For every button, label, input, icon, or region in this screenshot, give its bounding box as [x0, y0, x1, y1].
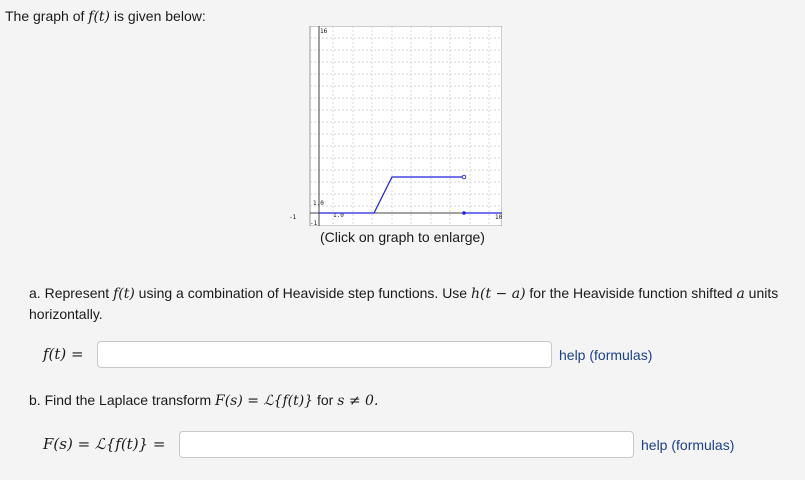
open-endpoint — [461, 174, 467, 180]
laplace-expr-math: F(s) = ℒ{f(t)} — [215, 393, 314, 409]
closed-endpoint — [462, 211, 466, 215]
graph-svg: 16 1.0 1.0 10 -1 -1 — [289, 25, 503, 227]
question-b-letter: b. — [29, 392, 41, 408]
tick-y-top: 16 — [320, 28, 328, 35]
tick-x-left: -1 — [289, 214, 297, 221]
f-of-t-math: f(t) — [113, 286, 135, 302]
f-of-t-math: f(t) — [88, 9, 111, 25]
question-a-text: a. Represent f(t) using a combination of… — [29, 285, 779, 322]
help-formulas-link-b[interactable]: help (formulas) — [641, 437, 734, 453]
tick-y-one: 1.0 — [313, 200, 324, 207]
question-a-letter: a. — [29, 285, 41, 301]
condition-math: s ≠ 0. — [337, 393, 379, 409]
heaviside-expr-math: h(t − a) — [470, 286, 526, 302]
intro-text: The graph of f(t) is given below: — [5, 8, 206, 25]
answer-b-label: F(s) = ℒ{f(t)} = — [43, 435, 166, 453]
tick-x-right: 10 — [495, 214, 502, 221]
function-graph[interactable]: 16 1.0 1.0 10 -1 -1 — [288, 25, 503, 227]
graph-frame — [309, 25, 503, 227]
help-formulas-link-a[interactable]: help (formulas) — [559, 347, 652, 363]
graph-caption[interactable]: (Click on graph to enlarge) — [320, 229, 485, 245]
answer-a-input[interactable] — [97, 341, 552, 368]
answer-b-input[interactable] — [179, 431, 634, 458]
answer-a-label: f(t) = — [43, 345, 84, 363]
question-b-text: b. Find the Laplace transform F(s) = ℒ{f… — [29, 392, 379, 409]
a-var-math: a — [736, 286, 745, 302]
tick-y-bottom: -1 — [310, 220, 318, 226]
